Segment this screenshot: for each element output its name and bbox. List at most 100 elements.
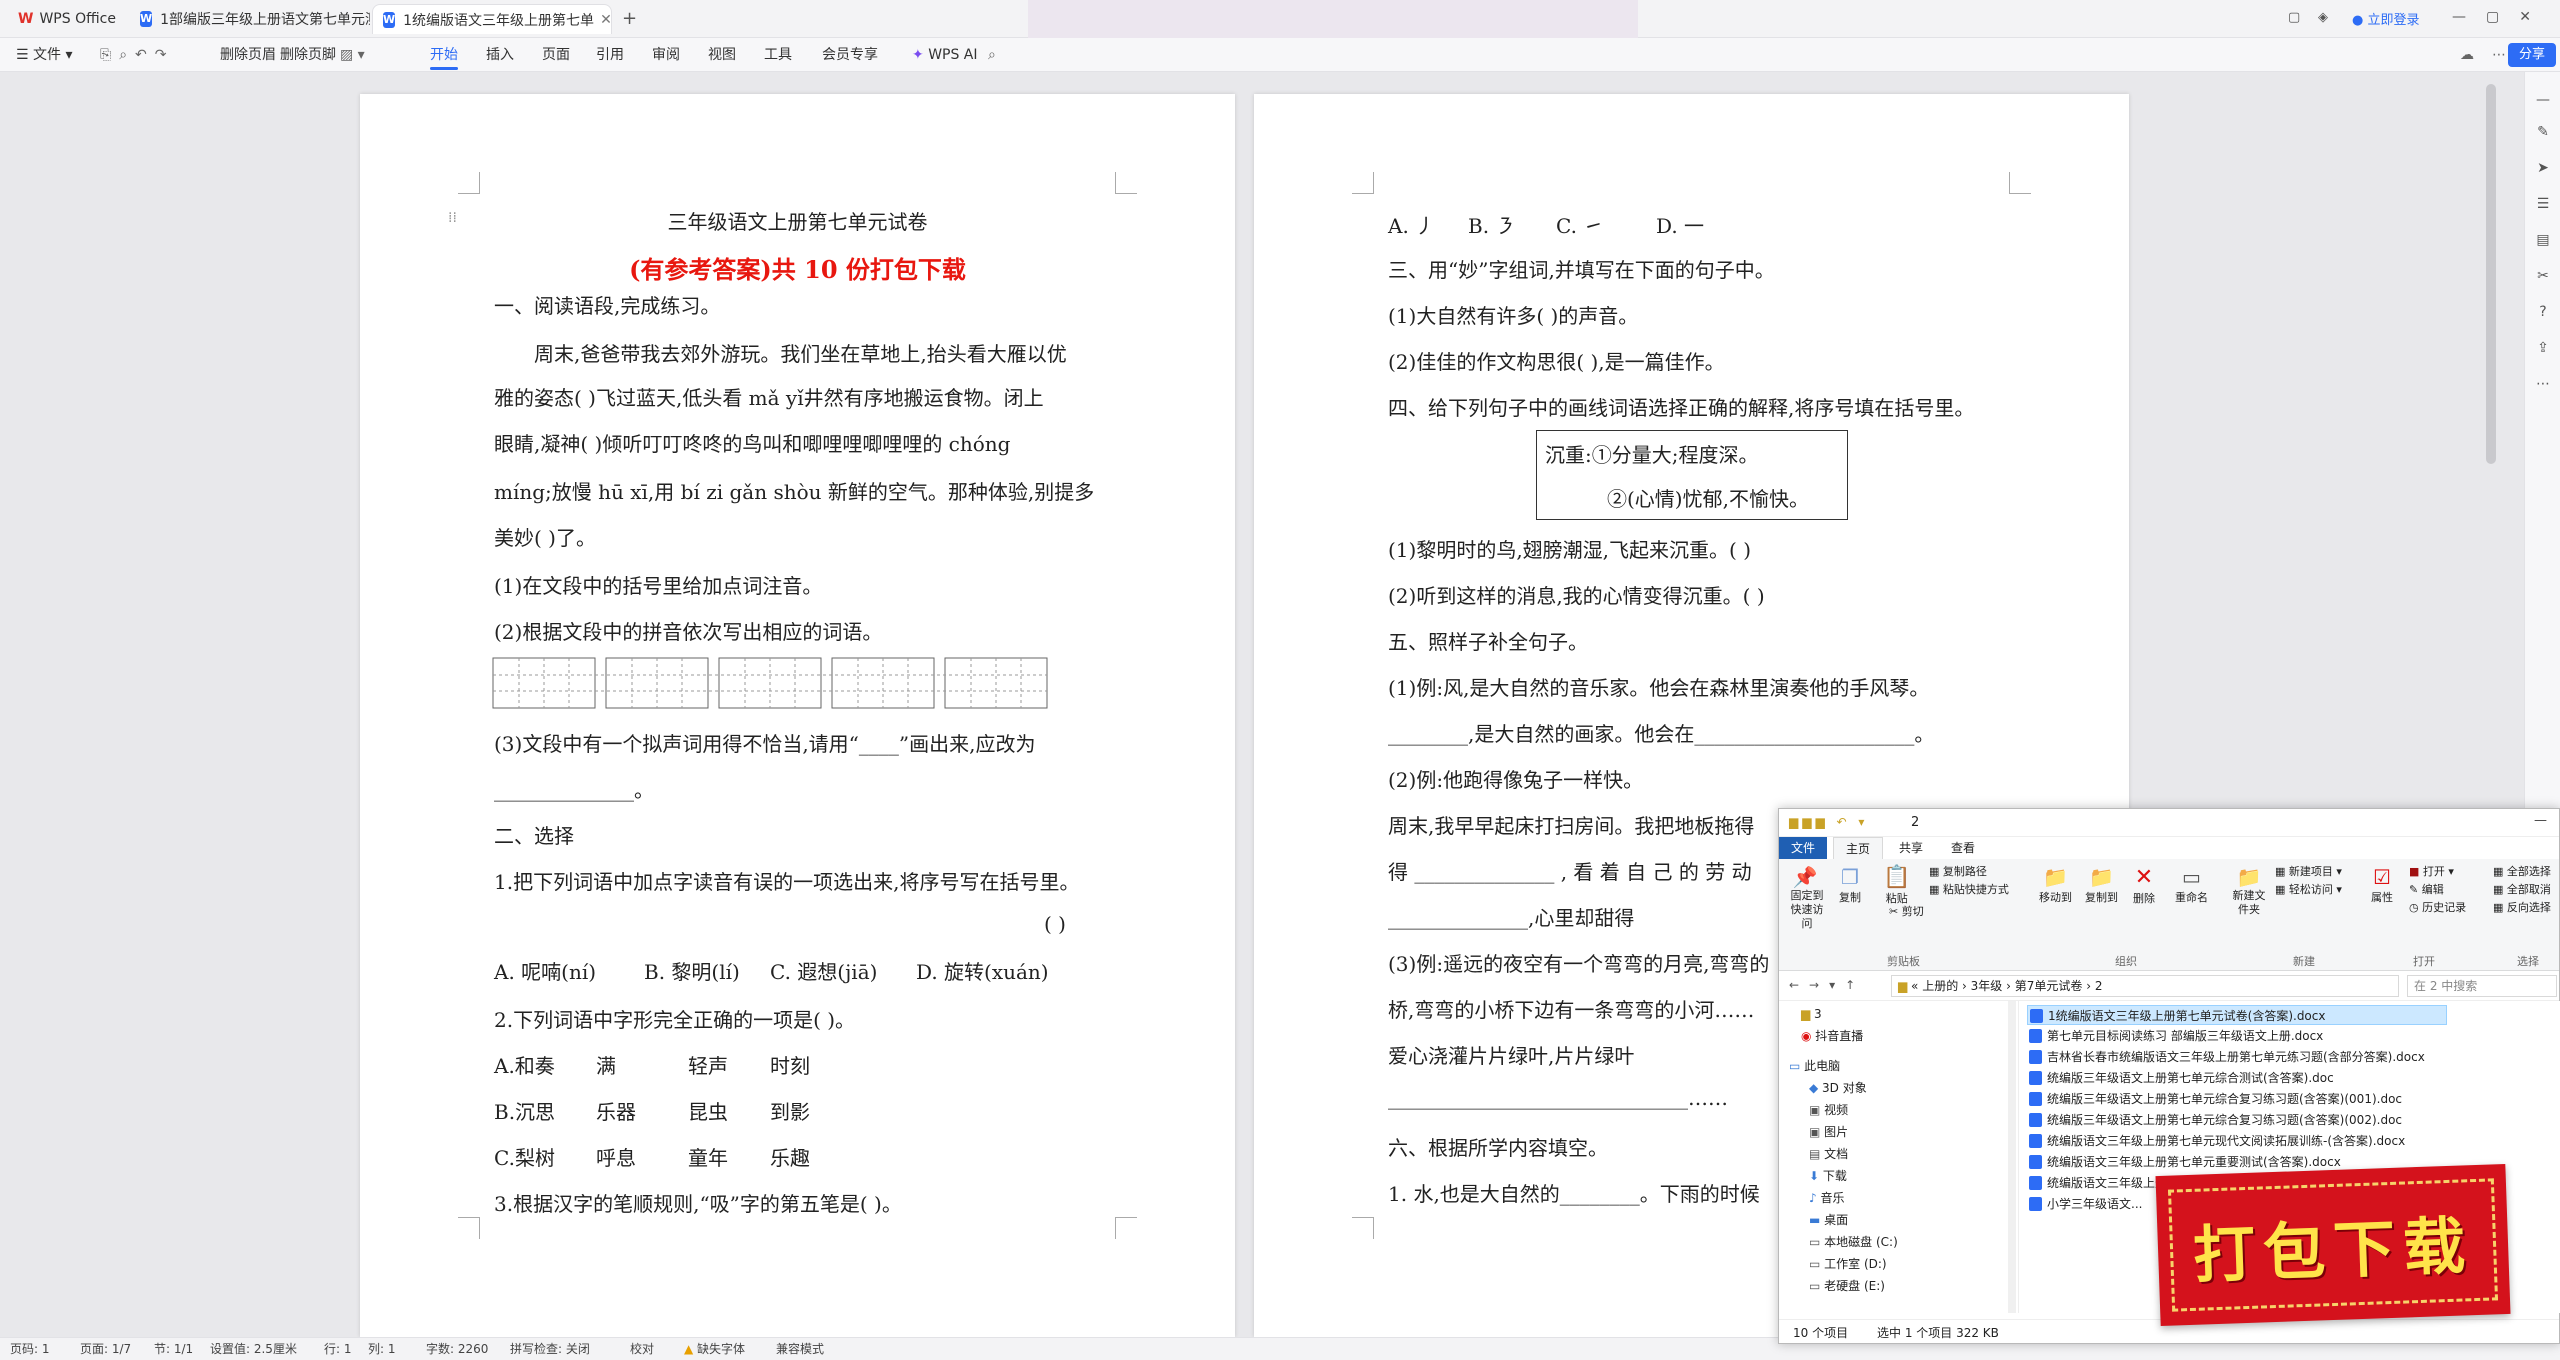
delete-footer-button[interactable]: 删除页脚 <box>280 38 336 72</box>
tab-view[interactable]: 查看 <box>1939 837 1987 859</box>
image-tool-icon[interactable]: ▨ ▾ <box>340 38 365 72</box>
tab-start[interactable]: 开始 <box>430 38 458 72</box>
select-none-button[interactable]: ▦ 全部取消 <box>2493 881 2551 897</box>
status-proof[interactable]: 校对 <box>630 1338 654 1360</box>
window-icon[interactable]: ▢ <box>2288 10 2300 25</box>
copy-button[interactable]: ❐ 复制 <box>1839 865 1861 905</box>
collapse-icon[interactable]: — <box>2535 92 2551 108</box>
file-item[interactable]: 统编版语文三年级上册第七单元重要测试(含答案).docx <box>2027 1152 2341 1172</box>
file-item[interactable]: 小学三年级语文... <box>2027 1194 2142 1214</box>
vertical-scrollbar[interactable] <box>2486 84 2496 464</box>
copy-to-button[interactable]: 📁 复制到 <box>2085 865 2118 905</box>
status-words[interactable]: 字数: 2260 <box>426 1338 488 1360</box>
nav-item[interactable]: ▤ 文档 <box>1809 1143 1848 1165</box>
more-icon[interactable]: ⋯ <box>2492 38 2506 72</box>
history-button[interactable]: ◷ 历史记录 <box>2409 899 2466 915</box>
nav-item[interactable]: ▬ 桌面 <box>1809 1209 1848 1231</box>
tools-icon[interactable]: ✂ <box>2535 268 2551 284</box>
status-spell[interactable]: 拼写检查: 关闭 <box>510 1338 590 1360</box>
wps-ai-button[interactable]: ✦ WPS AI <box>912 38 978 72</box>
cube-icon[interactable]: ◈ <box>2318 10 2328 25</box>
nav-item[interactable]: ◆ 3D 对象 <box>1809 1077 1867 1099</box>
tab-tools[interactable]: 工具 <box>764 38 792 72</box>
new-tab-icon[interactable]: + <box>622 8 637 29</box>
tab-page[interactable]: 页面 <box>542 38 570 72</box>
path-seg[interactable]: 2 <box>2095 979 2103 993</box>
status-pages[interactable]: 页面: 1/7 <box>80 1338 131 1360</box>
nav-item[interactable]: ♪ 音乐 <box>1809 1187 1845 1209</box>
path-seg[interactable]: 第7单元试卷 <box>2015 979 2083 993</box>
tab-member[interactable]: 会员专享 <box>822 38 878 72</box>
rename-button[interactable]: ▭ 重命名 <box>2175 865 2208 905</box>
search-input[interactable]: 在 2 中搜索 <box>2407 975 2557 997</box>
share-icon[interactable]: ⇪ <box>2535 340 2551 356</box>
file-item[interactable]: 统编版三年级语文上册第七单元综合复习练习题(含答案)(002).doc <box>2027 1110 2402 1130</box>
edit-button[interactable]: ✎ 编辑 <box>2409 881 2444 897</box>
file-item[interactable]: 统编版三年级语文上册第七单元综合复习练习题(含答案)(001).doc <box>2027 1089 2402 1109</box>
path-seg[interactable]: 上册的 <box>1922 979 1958 993</box>
tab-home[interactable]: 主页 <box>1833 837 1884 859</box>
window-controls[interactable]: —▢✕ <box>2452 9 2551 25</box>
file-item[interactable]: 吉林省长春市统编版语文三年级上册第七单元练习题(含部分答案).docx <box>2027 1047 2425 1067</box>
nav-item[interactable]: ▭ 老硬盘 (E:) <box>1809 1275 1885 1297</box>
nav-item[interactable]: ⬇ 下载 <box>1809 1165 1847 1187</box>
quick-tools[interactable]: ⎘⌕↶↷ <box>100 38 175 72</box>
tab-share[interactable]: 共享 <box>1887 837 1935 859</box>
more-icon[interactable]: ⋯ <box>2535 376 2551 392</box>
tab-file[interactable]: 文件 <box>1779 837 1828 859</box>
delete-icon: ✕ <box>2134 865 2154 890</box>
tab-view[interactable]: 视图 <box>708 38 736 72</box>
search-icon[interactable]: ⌕ <box>988 38 996 72</box>
easy-access-button[interactable]: ▦ 轻松访问 ▾ <box>2275 881 2342 897</box>
pen-icon[interactable]: ✎ <box>2535 124 2551 140</box>
nav-arrows-icon[interactable]: ←→▾↑ <box>1789 978 1865 992</box>
path-seg[interactable]: 3年级 <box>1971 979 2003 993</box>
path-field[interactable]: ▆ « 上册的 › 3年级 › 第7单元试卷 › 2 <box>1891 975 2399 997</box>
close-icon[interactable]: ✕ <box>600 12 611 28</box>
new-item-button[interactable]: ▦ 新建项目 ▾ <box>2275 863 2342 879</box>
pin-button[interactable]: 📌 固定到快速访问 <box>1787 865 1824 931</box>
invert-selection-button[interactable]: ▦ 反向选择 <box>2493 899 2551 915</box>
cursor-icon[interactable]: ➤ <box>2535 160 2551 176</box>
minimize-icon[interactable]: — <box>2534 813 2547 828</box>
nav-item[interactable]: ▭ 此电脑 <box>1789 1055 1840 1077</box>
share-button[interactable]: 分享 <box>2508 43 2556 67</box>
file-menu[interactable]: ☰ 文件 ▾ <box>16 38 73 72</box>
move-to-button[interactable]: 📁 移动到 <box>2039 865 2072 905</box>
delete-button[interactable]: ✕ 删除 <box>2133 865 2155 906</box>
nav-item[interactable]: ▭ 工作室 (D:) <box>1809 1253 1887 1275</box>
tab-doc2[interactable]: W 1统编版语文三年级上册第七单 ✕ <box>372 4 612 34</box>
file-item[interactable]: 统编版三年级语文上册第七单元综合测试(含答案).doc <box>2027 1068 2334 1088</box>
paste-button[interactable]: 📋 粘贴 <box>1883 865 1910 906</box>
nav-item[interactable]: ▆ 3 <box>1801 1003 1822 1025</box>
new-folder-button[interactable]: 📁 新建文件夹 <box>2229 865 2269 917</box>
answer-blank: ______________,心里却甜得 <box>1388 906 1635 930</box>
format-icon[interactable]: ▤ <box>2535 232 2551 248</box>
file-item[interactable]: 第七单元目标阅读练习 部编版三年级语文上册.docx <box>2027 1026 2323 1046</box>
select-all-button[interactable]: ▦ 全部选择 <box>2493 863 2551 879</box>
download-promo-badge[interactable]: 打包下载 <box>2155 1163 2511 1327</box>
nav-scrollbar[interactable] <box>2008 1001 2016 1313</box>
tab-doc1[interactable]: W 1部编版三年级上册语文第七单元测试 <box>130 4 370 34</box>
paste-shortcut-button[interactable]: ▦ 粘贴快捷方式 <box>1929 881 2009 897</box>
login-button[interactable]: ● 立即登录 <box>2352 9 2420 28</box>
nav-item[interactable]: ▣ 视频 <box>1809 1099 1848 1121</box>
tab-review[interactable]: 审阅 <box>652 38 680 72</box>
properties-button[interactable]: ☑ 属性 <box>2371 865 2393 905</box>
status-missing-font[interactable]: ▲ 缺失字体 <box>684 1338 745 1360</box>
cut-button[interactable]: ✂ 剪切 <box>1889 903 1924 919</box>
nav-item[interactable]: ◉ 抖音直播 <box>1801 1025 1863 1047</box>
open-button[interactable]: ■ 打开 ▾ <box>2409 863 2454 879</box>
tab-wps-home[interactable]: W WPS Office <box>8 4 128 34</box>
nav-item[interactable]: ▣ 图片 <box>1809 1121 1848 1143</box>
nav-item[interactable]: ▭ 本地磁盘 (C:) <box>1809 1231 1898 1253</box>
tab-reference[interactable]: 引用 <box>596 38 624 72</box>
copy-path-button[interactable]: ▦ 复制路径 <box>1929 863 1987 879</box>
cloud-icon[interactable]: ☁ <box>2460 38 2474 72</box>
tab-insert[interactable]: 插入 <box>486 38 514 72</box>
file-item-selected[interactable]: 1统编版语文三年级上册第七单元试卷(含答案).docx <box>2027 1005 2447 1025</box>
settings-icon[interactable]: ☰ <box>2535 196 2551 212</box>
delete-header-button[interactable]: 删除页眉 <box>220 38 276 72</box>
help-icon[interactable]: ? <box>2535 304 2551 320</box>
file-item[interactable]: 统编版语文三年级上册第七单元现代文阅读拓展训练-(含答案).docx <box>2027 1131 2405 1151</box>
